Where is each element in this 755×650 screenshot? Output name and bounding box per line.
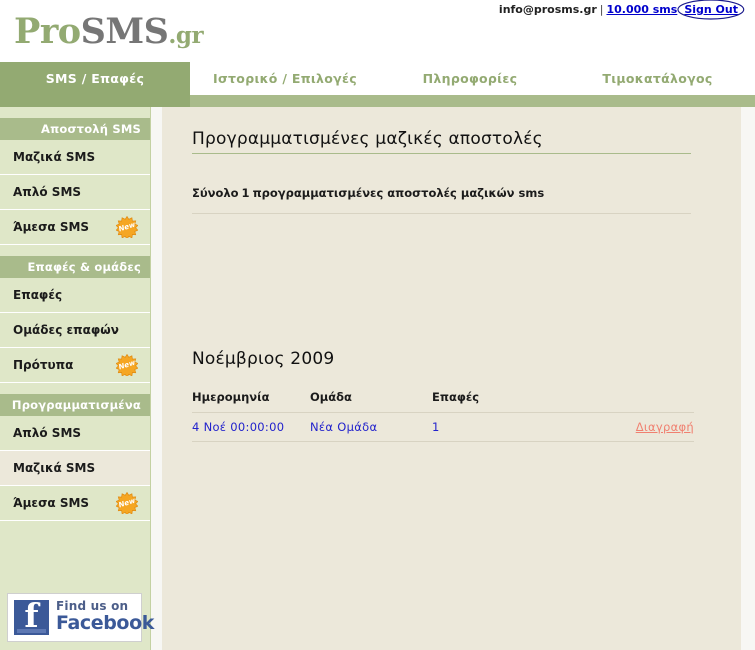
summary-suffix: προγραμματισμένες αποστολές μαζικών sms — [252, 186, 545, 200]
tab-history-options[interactable]: Ιστορικό / Επιλογές — [190, 62, 380, 95]
facebook-line-2: Facebook — [56, 612, 154, 634]
sidebar-item-label: Επαφές — [13, 288, 63, 302]
facebook-icon: f — [14, 597, 49, 635]
sidebar-item-label: Απλό SMS — [13, 426, 82, 440]
sidebar-section-header-send-sms: Αποστολή SMS — [0, 118, 150, 140]
facebook-badge[interactable]: f Find us on Facebook — [7, 593, 154, 642]
summary-prefix: Σύνολο — [192, 186, 239, 200]
sidebar-item-label: Άμεσα SMS — [13, 220, 90, 234]
sidebar-top-spacer — [0, 107, 150, 118]
page-title: Προγραμματισμένες μαζικές αποστολές — [192, 129, 543, 149]
sign-out-link[interactable]: Sign Out — [684, 3, 738, 16]
new-badge-icon: New — [115, 353, 139, 378]
sidebar-item-label: Ομάδες επαφών — [13, 323, 119, 337]
sidebar-item-templates[interactable]: Πρότυπα New — [0, 348, 150, 383]
sidebar-section-header-contacts-groups: Επαφές & ομάδες — [0, 256, 150, 278]
cell-group[interactable]: Νέα Ομάδα — [310, 413, 377, 441]
column-header-contacts: Επαφές — [432, 390, 480, 404]
main-content: Προγραμματισμένες μαζικές αποστολές Σύνο… — [162, 107, 741, 650]
cell-contacts: 1 — [432, 420, 440, 434]
table-header-row: Ημερομηνία Ομάδα Επαφές — [192, 390, 694, 413]
sidebar-section-header-scheduled: Προγραμματισμένα — [0, 394, 150, 416]
top-bar: info@prosms.gr | 10.000 sms Sign Out ProSM… — [0, 0, 755, 62]
sidebar-spacer-1 — [0, 245, 150, 256]
tab-pricelist[interactable]: Τιμοκατάλογος — [560, 62, 755, 95]
logo-part-sms: SMS — [80, 11, 169, 52]
new-badge-icon: New — [115, 215, 139, 240]
sidebar-item-label: Μαζικά SMS — [13, 150, 96, 164]
facebook-icon-base — [17, 629, 46, 633]
delete-link[interactable]: Διαγραφή — [636, 420, 694, 434]
month-heading: Νοέμβριος 2009 — [192, 349, 335, 369]
sms-credits-link[interactable]: 10.000 sms — [606, 3, 677, 16]
sidebar-item-scheduled-instant-sms[interactable]: Άμεσα SMS New — [0, 486, 150, 521]
cell-date[interactable]: 4 Νοέ 00:00:00 — [192, 413, 284, 441]
sidebar-item-contacts[interactable]: Επαφές — [0, 278, 150, 313]
sidebar-item-scheduled-bulk-sms[interactable]: Μαζικά SMS — [0, 451, 150, 486]
sidebar: Αποστολή SMS Μαζικά SMS Απλό SMS Άμεσα S… — [0, 107, 154, 650]
summary-count: 1 — [241, 186, 250, 200]
account-email: info@prosms.gr — [498, 3, 597, 16]
account-bar: info@prosms.gr | 10.000 sms Sign Out — [498, 0, 745, 20]
summary-divider — [192, 213, 691, 214]
facebook-line-1: Find us on — [56, 599, 129, 613]
main-navigation: SMS / Επαφές Ιστορικό / Επιλογές Πληροφο… — [0, 62, 755, 107]
cell-action[interactable]: Διαγραφή — [636, 413, 694, 441]
table-row: 4 Νοέ 00:00:00 Νέα Ομάδα 1 Διαγραφή — [192, 413, 694, 442]
scheduled-sends-table: Ημερομηνία Ομάδα Επαφές 4 Νοέ 00:00:00 Ν… — [192, 390, 694, 442]
sidebar-item-simple-sms[interactable]: Απλό SMS — [0, 175, 150, 210]
sidebar-item-label: Μαζικά SMS — [13, 461, 96, 475]
tab-information[interactable]: Πληροφορίες — [380, 62, 560, 95]
sidebar-item-label: Πρότυπα — [13, 358, 74, 372]
sidebar-item-label: Απλό SMS — [13, 185, 82, 199]
sidebar-item-label: Άμεσα SMS — [13, 496, 90, 510]
sidebar-item-scheduled-simple-sms[interactable]: Απλό SMS — [0, 416, 150, 451]
sidebar-item-bulk-sms[interactable]: Μαζικά SMS — [0, 140, 150, 175]
logo-part-tld: .gr — [168, 22, 204, 49]
sign-out-wrapper[interactable]: Sign Out — [677, 0, 745, 20]
column-header-group: Ομάδα — [310, 390, 352, 404]
title-divider — [192, 153, 691, 154]
column-header-date: Ημερομηνία — [192, 390, 270, 404]
sidebar-item-instant-sms[interactable]: Άμεσα SMS New — [0, 210, 150, 245]
summary-text: Σύνολο 1 προγραμματισμένες αποστολές μαζικ… — [192, 186, 544, 200]
page-body: Αποστολή SMS Μαζικά SMS Απλό SMS Άμεσα S… — [0, 107, 755, 650]
logo-part-pro: Pro — [14, 11, 81, 52]
sidebar-item-contact-groups[interactable]: Ομάδες επαφών — [0, 313, 150, 348]
site-logo[interactable]: ProSMS.gr — [14, 11, 204, 56]
sidebar-spacer-2 — [0, 383, 150, 394]
new-badge-icon: New — [115, 491, 139, 516]
tab-sms-contacts[interactable]: SMS / Επαφές — [0, 62, 190, 107]
